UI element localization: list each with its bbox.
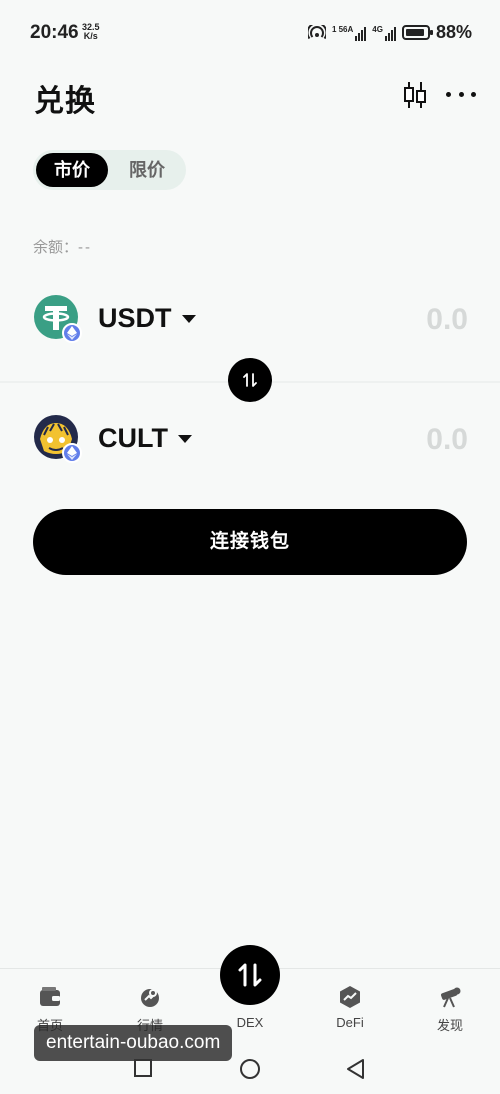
candlestick-icon (404, 82, 426, 108)
header: 兑换 (0, 70, 500, 120)
candlestick-chart-button[interactable] (402, 80, 428, 110)
network-speed-unit: K/s (83, 31, 98, 41)
tab-market-order[interactable]: 市价 (36, 153, 108, 187)
wallet-icon (40, 987, 60, 1006)
to-amount-input[interactable]: 0.0 (318, 423, 468, 457)
swap-direction-button[interactable] (228, 358, 272, 402)
balance-value: -- (78, 239, 93, 256)
swap-icon (238, 963, 262, 987)
circle-icon (240, 1059, 260, 1079)
square-icon (134, 1059, 152, 1077)
more-dot-icon (446, 91, 451, 97)
ethereum-icon (62, 323, 82, 343)
hotspot-icon (307, 24, 326, 39)
telescope-icon (441, 987, 461, 1008)
sim1-label: 1 56A (331, 24, 354, 34)
system-navigation-bar (0, 1048, 500, 1094)
clock: 20:46 (30, 22, 79, 43)
signal-sim2-icon: 4G (372, 25, 396, 41)
home-button[interactable] (239, 1058, 261, 1085)
nav-item-dex[interactable] (220, 945, 280, 1005)
back-triangle-icon (347, 1059, 364, 1079)
recent-apps-button[interactable] (133, 1058, 153, 1083)
caret-down-icon (181, 314, 196, 323)
network-speed: 32.5 K/s (82, 23, 100, 41)
status-bar: 20:46 32.5 K/s 1 56A 4G 88% (0, 0, 500, 66)
balance: 余额：-- (33, 236, 92, 257)
nav-item-defi[interactable]: DeFi (320, 985, 380, 1030)
more-dot-icon (458, 91, 464, 97)
from-token-row: USDT 0.0 (0, 285, 500, 355)
nav-item-discover[interactable]: 发现 (420, 985, 480, 1034)
market-icon (141, 989, 159, 1007)
battery-level: 88% (435, 22, 472, 42)
sim2-label: 4G (372, 24, 383, 34)
ethereum-icon (62, 443, 82, 463)
page-title: 兑换 (34, 85, 96, 118)
signal-sim1-icon: 1 56A (331, 24, 367, 41)
to-token-selector[interactable]: CULT (98, 423, 192, 454)
status-icons: 1 56A 4G 88% (307, 22, 472, 43)
from-token-symbol: USDT (98, 303, 172, 333)
to-token-row: CULT 0.0 (0, 405, 500, 475)
nav-label-discover: 发现 (436, 1018, 463, 1033)
more-options-button[interactable] (446, 82, 476, 106)
more-dot-icon (471, 91, 476, 97)
swap-arrows-icon (243, 373, 257, 387)
to-token-symbol: CULT (98, 423, 168, 453)
caret-down-icon (177, 434, 192, 443)
defi-icon (340, 986, 360, 1008)
from-amount-input[interactable]: 0.0 (318, 303, 468, 337)
nav-label-defi: DeFi (336, 1015, 364, 1030)
back-button[interactable] (346, 1058, 366, 1085)
order-type-toggle: 市价 限价 (33, 150, 186, 190)
battery-icon (401, 25, 433, 40)
connect-wallet-button[interactable]: 连接钱包 (33, 509, 467, 575)
balance-label: 余额： (33, 239, 79, 256)
from-token-selector[interactable]: USDT (98, 303, 196, 334)
tab-limit-order[interactable]: 限价 (111, 150, 183, 190)
